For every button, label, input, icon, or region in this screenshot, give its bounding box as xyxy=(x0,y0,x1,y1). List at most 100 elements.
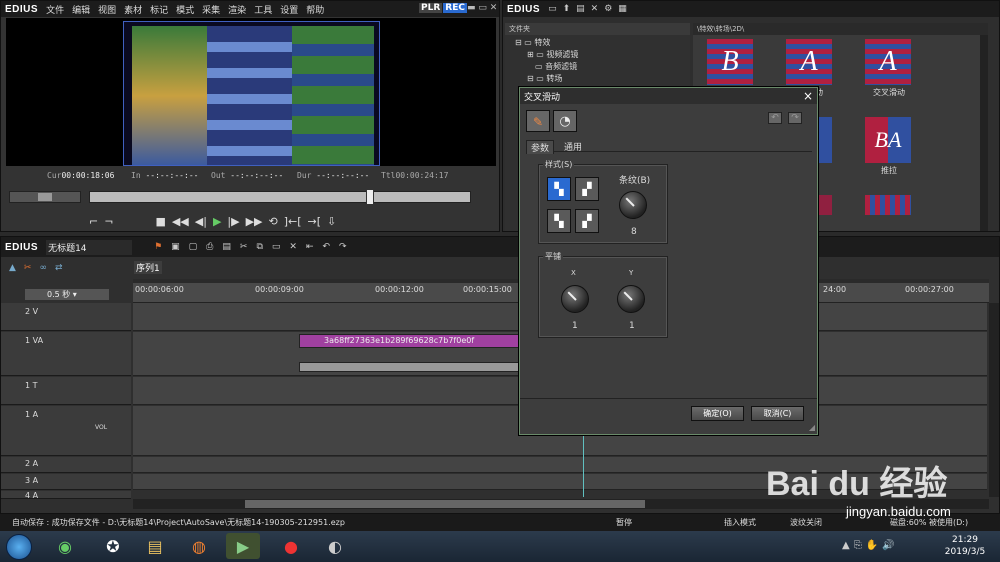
tab-params[interactable]: 参数 xyxy=(526,140,555,154)
tile-y-knob[interactable] xyxy=(617,285,645,313)
stop-icon[interactable]: ■ xyxy=(155,215,165,228)
menu-clip[interactable]: 素材 xyxy=(124,6,142,16)
tree-label: 音频滤镜 xyxy=(545,62,578,71)
taskbar-app-recorder[interactable]: ● xyxy=(274,533,308,559)
menu-capture[interactable]: 采集 xyxy=(202,6,220,16)
open-icon[interactable]: ▣ xyxy=(171,242,180,252)
push-thumb[interactable]: BA xyxy=(865,117,911,163)
zoom-control[interactable]: 0.5 秒 ▾ xyxy=(25,289,109,300)
tray-icons[interactable]: ▲⎘✋🔊 xyxy=(842,540,899,551)
cancel-button[interactable]: 取消(C) xyxy=(751,406,804,421)
save-icon[interactable]: ⎙ xyxy=(206,242,213,252)
menu-settings[interactable]: 设置 xyxy=(280,6,298,16)
properties-icon[interactable]: ⚙ xyxy=(604,4,612,14)
transition-thumb[interactable] xyxy=(865,195,911,215)
style-option-3[interactable]: ▚ xyxy=(547,209,571,233)
tree-item-audio-filters[interactable]: ▭ 音频滤镜 xyxy=(515,61,578,73)
menu-tools[interactable]: 工具 xyxy=(254,6,272,16)
menu-edit[interactable]: 编辑 xyxy=(72,6,90,16)
insert-icon[interactable]: ]←[ xyxy=(284,215,302,228)
ok-button[interactable]: 确定(O) xyxy=(691,406,744,421)
tab-general[interactable]: 通用 xyxy=(560,140,586,153)
style-option-4[interactable]: ▞ xyxy=(575,209,599,233)
timer-icon[interactable]: ◔ xyxy=(553,110,577,132)
copy-icon[interactable]: ⧉ xyxy=(256,242,262,252)
rec-toggle[interactable]: REC xyxy=(443,3,467,13)
tile-x-knob[interactable] xyxy=(561,285,589,313)
taskbar-app-media[interactable]: ◐ xyxy=(318,533,352,559)
sync-icon[interactable]: ⇄ xyxy=(55,263,63,273)
clock[interactable]: 21:29 2019/3/5 xyxy=(940,534,990,558)
ruler-label: 00:00:09:00 xyxy=(255,285,304,294)
taskbar-app-360[interactable]: ◉ xyxy=(48,533,82,559)
transition-thumb[interactable]: B xyxy=(707,39,753,85)
new-icon[interactable]: ▤ xyxy=(576,4,585,14)
palette-icon[interactable]: ✎ xyxy=(526,110,550,132)
style-option-2[interactable]: ▞ xyxy=(575,177,599,201)
loop-icon[interactable]: ⟲ xyxy=(269,215,278,228)
tree-item-effects[interactable]: ⊟ ▭ 特效 xyxy=(515,37,578,49)
undo-icon[interactable]: ↶ xyxy=(768,112,782,124)
tree-item-video-filters[interactable]: ⊞ ▭ 视频滤镜 xyxy=(515,49,578,61)
sequence-icon[interactable]: ⚑ xyxy=(154,242,162,252)
track-header-2v[interactable]: 2 V xyxy=(1,303,131,331)
plr-toggle[interactable]: PLR xyxy=(419,3,443,13)
taskbar-app-edius[interactable]: ▶ xyxy=(226,533,260,559)
track-mode-icon[interactable]: ▲ xyxy=(9,263,16,273)
undo-icon[interactable]: ↶ xyxy=(322,242,330,252)
menu-view[interactable]: 视图 xyxy=(98,6,116,16)
fast-forward-icon[interactable]: ▶▶ xyxy=(246,215,263,228)
resize-grip-icon[interactable]: ◢ xyxy=(809,423,815,432)
start-button[interactable] xyxy=(6,534,32,560)
rewind-icon[interactable]: ◀◀ xyxy=(172,215,189,228)
step-forward-icon[interactable]: |▶ xyxy=(227,215,239,228)
dialog-close-button[interactable]: × xyxy=(803,89,813,103)
view-icon[interactable]: ▦ xyxy=(618,4,627,14)
menu-marker[interactable]: 标记 xyxy=(150,6,168,16)
step-back-icon[interactable]: ◀| xyxy=(195,215,207,228)
export-icon[interactable]: ⇩ xyxy=(327,215,336,228)
scrubber-track[interactable] xyxy=(89,189,471,205)
folder-icon[interactable]: ▭ xyxy=(548,4,557,14)
cut-icon[interactable]: ✂ xyxy=(240,242,248,252)
menu-mode[interactable]: 模式 xyxy=(176,6,194,16)
sequence-tab[interactable]: 序列1 xyxy=(134,261,162,274)
track-header-3a[interactable]: 3 A xyxy=(1,474,131,490)
new-project-icon[interactable]: ▢ xyxy=(189,242,198,252)
redo-icon[interactable]: ↷ xyxy=(339,242,347,252)
mark-in-icon[interactable]: ⌐ xyxy=(89,215,98,228)
jog-slider[interactable] xyxy=(9,191,81,203)
disk-icon[interactable]: ▤ xyxy=(222,242,231,252)
up-folder-icon[interactable]: ⬆ xyxy=(563,4,571,14)
track-header-2a[interactable]: 2 A xyxy=(1,457,131,473)
window-controls[interactable]: ▬ ▭ ✕ xyxy=(467,3,497,13)
scrubber-handle[interactable] xyxy=(366,189,374,205)
style-option-1[interactable]: ▚ xyxy=(547,177,571,201)
delete-icon[interactable]: ✕ xyxy=(591,4,599,14)
thumb-scrollbar[interactable] xyxy=(980,35,988,231)
cross-slide-thumb[interactable]: A xyxy=(865,39,911,85)
menu-file[interactable]: 文件 xyxy=(46,6,64,16)
ripple-icon[interactable]: ⇤ xyxy=(306,242,314,252)
track-header-1va[interactable]: 1 VA xyxy=(1,332,131,376)
paste-icon[interactable]: ▭ xyxy=(272,242,281,252)
menu-help[interactable]: 帮助 xyxy=(306,6,324,16)
tree-item-transitions[interactable]: ⊟ ▭ 转场 xyxy=(515,73,578,85)
play-icon[interactable]: ▶ xyxy=(213,215,221,228)
taskbar-app-firefox[interactable]: ◍ xyxy=(182,533,216,559)
redo-icon[interactable]: ↷ xyxy=(788,112,802,124)
link-icon[interactable]: ∞ xyxy=(39,263,47,273)
menu-render[interactable]: 渲染 xyxy=(228,6,246,16)
taskbar-app-qq[interactable]: ✪ xyxy=(96,533,130,559)
tile-y-label: Y xyxy=(629,269,634,277)
track-header-1a[interactable]: 1 A VOL xyxy=(1,406,131,456)
razor-icon[interactable]: ✂ xyxy=(24,263,32,273)
track-header-4a[interactable]: 4 A xyxy=(1,491,131,499)
stripe-knob[interactable] xyxy=(619,191,647,219)
track-header-1t[interactable]: 1 T xyxy=(1,377,131,405)
mark-out-icon[interactable]: ¬ xyxy=(104,215,113,228)
transition-thumb[interactable]: A xyxy=(786,39,832,85)
overwrite-icon[interactable]: →[ xyxy=(308,215,322,228)
taskbar-app-explorer[interactable]: ▤ xyxy=(138,533,172,559)
delete-clip-icon[interactable]: ✕ xyxy=(289,242,297,252)
